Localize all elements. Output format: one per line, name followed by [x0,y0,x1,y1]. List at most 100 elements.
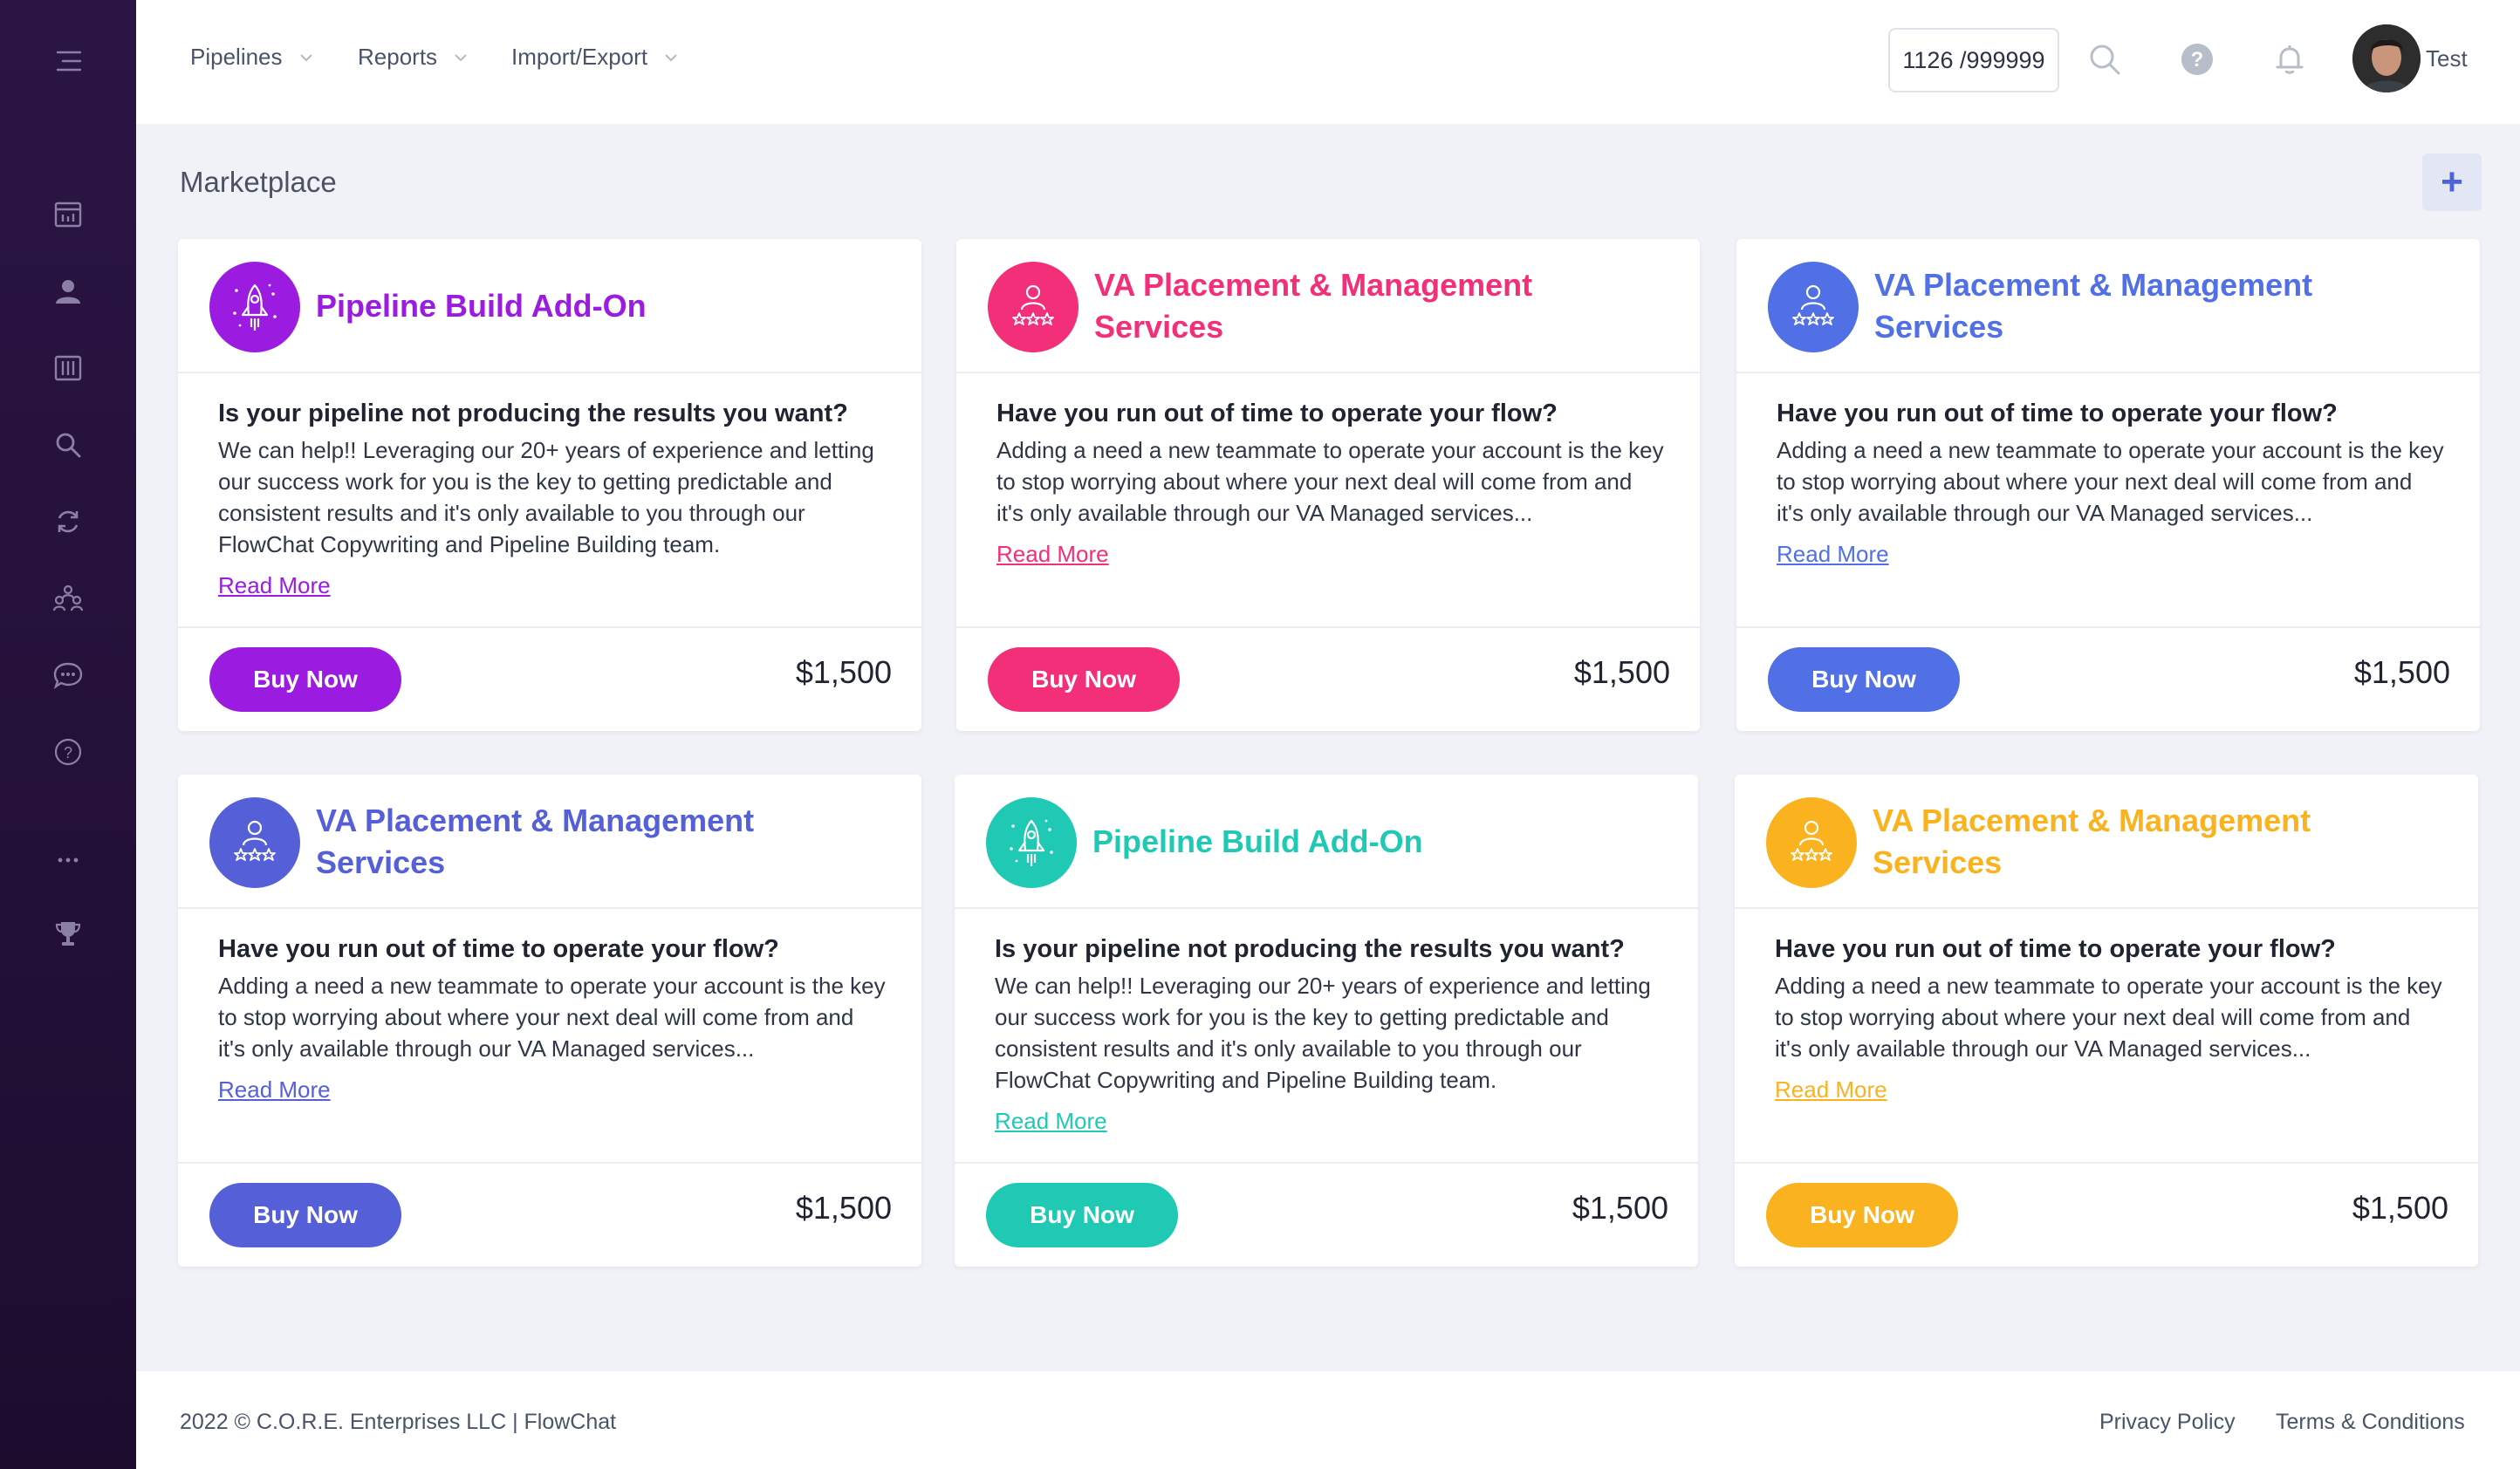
card-title: Pipeline Build Add-On [316,288,647,324]
buy-now-button[interactable]: Buy Now [986,1183,1178,1247]
price: $1,500 [1573,654,1670,690]
card-title: Pipeline Build Add-On [1092,823,1423,859]
contacts-icon[interactable] [44,267,92,316]
card-description: Adding a need a new teammate to operate … [218,973,886,1062]
pipelines-icon[interactable] [44,344,92,393]
card-header: Pipeline Build Add-On [955,775,1698,909]
read-more-link[interactable]: Read More [995,1108,1107,1135]
contact-counter: 1126 /999999 [1888,28,2059,92]
read-more-link[interactable]: Read More [218,572,331,599]
buy-now-button[interactable]: Buy Now [209,647,401,712]
add-button[interactable]: + [2422,154,2482,211]
card-header: Pipeline Build Add-On [178,239,921,373]
card-body: Is your pipeline not producing the resul… [218,396,887,599]
card-title: VA Placement & Management Services [316,803,755,880]
nav-import-export[interactable]: Import/Export [511,44,679,71]
help-icon[interactable]: ? [44,728,92,776]
help-icon[interactable]: ? [2174,37,2220,82]
sidebar: ? [0,0,136,1469]
team-icon[interactable] [44,574,92,623]
card-question: Is your pipeline not producing the resul… [995,935,1625,963]
card-description: Adding a need a new teammate to operate … [1775,973,2442,1062]
nav-reports[interactable]: Reports [358,44,469,71]
person-stars-icon [1766,797,1857,888]
nav-pipelines-label: Pipelines [190,44,283,70]
card-footer: Buy Now $1,500 [178,1162,921,1267]
svg-text:?: ? [2191,48,2204,72]
card-description: Adding a need a new teammate to operate … [1777,437,2444,526]
search-icon[interactable] [44,420,92,469]
copyright: 2022 © C.O.R.E. Enterprises LLC | FlowCh… [180,1410,617,1434]
footer: 2022 © C.O.R.E. Enterprises LLC | FlowCh… [136,1371,2520,1469]
nav-pipelines[interactable]: Pipelines [190,44,314,71]
card-description: We can help!! Leveraging our 20+ years o… [218,437,874,557]
person-stars-icon [209,797,300,888]
card-body: Is your pipeline not producing the resul… [995,932,1663,1135]
terms-link[interactable]: Terms & Conditions [2276,1410,2465,1435]
more-icon[interactable] [44,836,92,885]
rocket-icon [986,797,1077,888]
nav-import-export-label: Import/Export [511,44,648,70]
privacy-policy-link[interactable]: Privacy Policy [2099,1410,2236,1435]
card-body: Have you run out of time to operate your… [1775,932,2443,1103]
card-footer: Buy Now $1,500 [955,1162,1698,1267]
product-card: Pipeline Build Add-On Is your pipeline n… [178,239,921,731]
card-question: Have you run out of time to operate your… [996,400,1558,427]
product-card: VA Placement & Management Services Have … [1735,775,2478,1267]
product-card: Pipeline Build Add-On Is your pipeline n… [955,775,1698,1267]
buy-now-button[interactable]: Buy Now [1766,1183,1958,1247]
card-body: Have you run out of time to operate your… [996,396,1665,568]
buy-now-button[interactable]: Buy Now [1768,647,1960,712]
card-header: VA Placement & Management Services [178,775,921,909]
chevron-down-icon [455,53,467,61]
price: $1,500 [2353,654,2450,690]
chevron-down-icon [665,53,677,61]
read-more-link[interactable]: Read More [218,1076,331,1103]
sync-icon[interactable] [44,497,92,546]
rocket-icon [209,262,300,352]
card-footer: Buy Now $1,500 [956,626,1700,731]
card-title: VA Placement & Management Services [1094,267,1533,345]
card-header: VA Placement & Management Services [1735,775,2478,909]
user-name[interactable]: Test [2426,45,2468,72]
card-description: Adding a need a new teammate to operate … [996,437,1664,526]
read-more-link[interactable]: Read More [996,541,1109,568]
card-footer: Buy Now $1,500 [178,626,921,731]
chat-icon[interactable] [44,651,92,700]
card-description: We can help!! Leveraging our 20+ years o… [995,973,1651,1093]
top-bar: Pipelines Reports Import/Export [136,0,2520,124]
product-card: VA Placement & Management Services Have … [178,775,921,1267]
read-more-link[interactable]: Read More [1775,1076,1887,1103]
avatar[interactable] [2352,24,2421,92]
price: $1,500 [1572,1190,1668,1226]
menu-icon[interactable] [44,37,92,85]
page-title: Marketplace [180,166,337,198]
card-footer: Buy Now $1,500 [1735,1162,2478,1267]
person-stars-icon [988,262,1079,352]
card-footer: Buy Now $1,500 [1736,626,2480,731]
price: $1,500 [2352,1190,2448,1226]
chevron-down-icon [299,53,312,61]
card-body: Have you run out of time to operate your… [218,932,887,1103]
card-header: VA Placement & Management Services [1736,239,2480,373]
price: $1,500 [795,1190,892,1226]
svg-text:?: ? [64,744,72,762]
person-stars-icon [1768,262,1859,352]
card-title: VA Placement & Management Services [1874,267,2313,345]
card-title: VA Placement & Management Services [1873,803,2311,880]
card-body: Have you run out of time to operate your… [1777,396,2445,568]
buy-now-button[interactable]: Buy Now [209,1183,401,1247]
card-question: Have you run out of time to operate your… [218,935,779,963]
card-question: Have you run out of time to operate your… [1775,935,2336,963]
card-question: Is your pipeline not producing the resul… [218,400,848,427]
read-more-link[interactable]: Read More [1777,541,1889,568]
price: $1,500 [795,654,892,690]
bell-icon[interactable] [2267,37,2312,82]
search-icon[interactable] [2082,37,2127,82]
dashboard-icon[interactable] [44,190,92,239]
product-card: VA Placement & Management Services Have … [1736,239,2480,731]
card-header: VA Placement & Management Services [956,239,1700,373]
buy-now-button[interactable]: Buy Now [988,647,1180,712]
product-card: VA Placement & Management Services Have … [956,239,1700,731]
trophy-icon[interactable] [44,909,92,958]
